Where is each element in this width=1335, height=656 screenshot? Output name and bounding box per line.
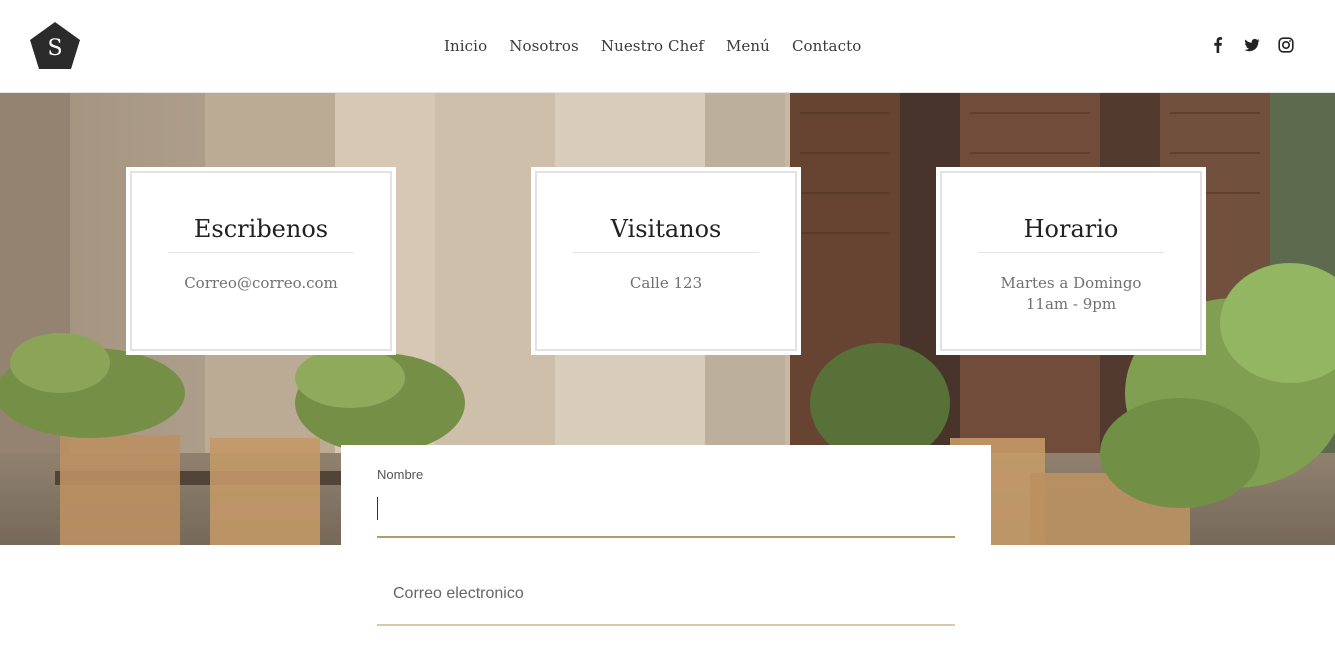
logo-letter: S: [47, 36, 62, 61]
site-header: S Inicio Nosotros Nuestro Chef Menú Cont…: [0, 0, 1335, 93]
card-address: Calle 123: [629, 274, 703, 292]
name-label: Nombre: [377, 467, 424, 482]
card-horario: Horario Martes a Domingo 11am - 9pm: [936, 167, 1206, 355]
logo[interactable]: S: [29, 21, 81, 71]
card-border: [535, 171, 797, 351]
card-visitanos: Visitanos Calle 123: [531, 167, 801, 355]
card-border: [130, 171, 392, 351]
card-title: Escribenos: [193, 215, 329, 243]
card-divider: [573, 252, 759, 253]
instagram-icon[interactable]: [1278, 37, 1294, 53]
contact-form: Nombre Correo electronico: [341, 445, 991, 656]
card-border: [940, 171, 1202, 351]
card-title: Visitanos: [610, 215, 722, 243]
twitter-icon[interactable]: [1244, 37, 1260, 53]
nav-contacto[interactable]: Contacto: [792, 37, 861, 55]
nav-inicio[interactable]: Inicio: [444, 37, 487, 55]
facebook-icon[interactable]: [1210, 37, 1226, 53]
card-email: Correo@correo.com: [184, 274, 338, 292]
card-divider: [978, 252, 1164, 253]
nav-nosotros[interactable]: Nosotros: [509, 37, 579, 55]
social-links: [1210, 37, 1294, 53]
card-hours: Martes a Domingo 11am - 9pm: [1000, 274, 1142, 313]
card-title: Horario: [1023, 215, 1119, 243]
card-escribenos: Escribenos Correo@correo.com: [126, 167, 396, 355]
main-nav: Inicio Nosotros Nuestro Chef Menú Contac…: [444, 37, 883, 55]
text-caret: [377, 497, 378, 520]
email-input[interactable]: Correo electronico: [377, 573, 955, 626]
email-placeholder: Correo electronico: [393, 585, 524, 602]
name-input[interactable]: [377, 485, 955, 538]
card-divider: [168, 252, 354, 253]
nav-menu[interactable]: Menú: [726, 37, 770, 55]
nav-nuestro-chef[interactable]: Nuestro Chef: [601, 37, 704, 55]
